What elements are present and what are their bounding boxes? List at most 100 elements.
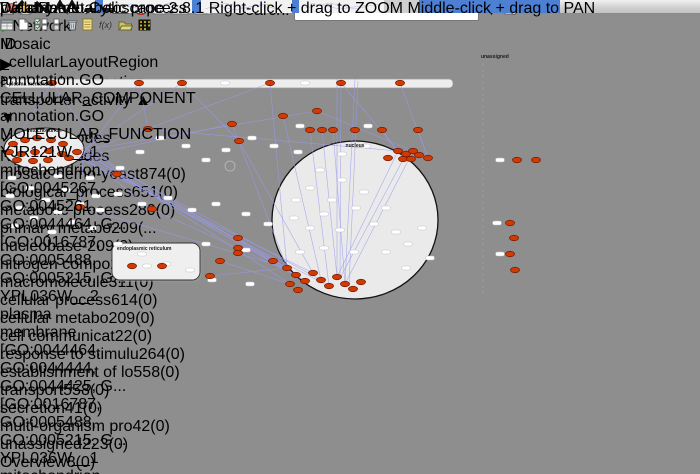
region-label-nucleus: nucleus: [346, 143, 365, 149]
attribute-table: ID_cellularLayoutRegionannotation.GO CEL…: [0, 36, 188, 474]
formula-icon[interactable]: f(x): [98, 18, 114, 35]
node-label: [338, 152, 347, 156]
node-label: [248, 136, 257, 140]
node-label: [301, 81, 310, 85]
network-node[interactable]: [511, 267, 520, 272]
node-label: [246, 282, 255, 286]
node-label: [320, 246, 329, 250]
network-node[interactable]: [357, 279, 366, 284]
column-header-annotation.GO CELLULAR_COMPONENT[interactable]: annotation.GO CELLULAR_COMPONENT: [0, 72, 188, 108]
node-label: [242, 248, 251, 252]
network-node[interactable]: [349, 286, 358, 291]
node-label: [202, 242, 211, 246]
node-label: [496, 252, 505, 256]
network-node[interactable]: [318, 127, 327, 132]
network-node[interactable]: [325, 283, 334, 288]
network-node[interactable]: [414, 127, 423, 132]
table-row[interactable]: YPL036W__1mitochondrion[GO:0044464, GO:0…: [0, 450, 188, 474]
network-node[interactable]: [415, 152, 424, 157]
table-cell: [GO:0016787, GO:0005488, GO:0005215, G..…: [0, 396, 150, 450]
node-label: [270, 144, 279, 148]
network-node[interactable]: [292, 272, 301, 277]
network-node[interactable]: [396, 80, 405, 85]
heatmap-icon[interactable]: [138, 18, 151, 35]
column-header-annotation.GO MOLECULAR_FUNCTION[interactable]: annotation.GO MOLECULAR_FUNCTION: [0, 108, 150, 144]
node-label: [392, 230, 401, 234]
table-row[interactable]: YPL036W__2plasma membrane[GO:0044464, GO…: [0, 288, 188, 450]
network-node[interactable]: [513, 157, 522, 162]
status-hint-pan: Middle-click + drag to PAN: [407, 0, 595, 17]
node-label: [336, 228, 345, 232]
node-label: [496, 158, 505, 162]
import-attributes-icon[interactable]: [118, 18, 133, 35]
network-node[interactable]: [266, 80, 275, 85]
network-node[interactable]: [329, 127, 338, 132]
network-node[interactable]: [216, 258, 225, 263]
node-label: [338, 178, 347, 182]
column-header-ID[interactable]: ID: [0, 36, 83, 54]
table-cell: plasma membrane: [0, 306, 103, 342]
network-node[interactable]: [407, 156, 416, 161]
table-row[interactable]: YJR121W__1mitochondrion[GO:0045267, GO:0…: [0, 144, 188, 288]
network-node[interactable]: [378, 127, 387, 132]
table-cell: mitochondrion: [0, 468, 103, 474]
network-node[interactable]: [510, 235, 519, 240]
notes-icon[interactable]: [82, 18, 93, 35]
new-attribute-icon[interactable]: [18, 18, 29, 35]
node-label: [328, 198, 337, 202]
network-node[interactable]: [234, 250, 243, 255]
self-loop-edge[interactable]: [225, 161, 235, 171]
network-node[interactable]: [309, 270, 318, 275]
network-node[interactable]: [313, 108, 322, 113]
network-node[interactable]: [394, 148, 403, 153]
network-node[interactable]: [532, 157, 541, 162]
network-node[interactable]: [351, 127, 360, 132]
node-label: [221, 81, 230, 85]
network-node[interactable]: [279, 113, 288, 118]
attribute-table-icon[interactable]: [0, 18, 14, 35]
node-label: [222, 148, 231, 152]
node-label: [370, 222, 379, 226]
table-cell: YJR121W__1: [0, 144, 83, 162]
select-attributes-icon[interactable]: [34, 18, 48, 35]
node-label: [493, 221, 502, 225]
network-node[interactable]: [235, 138, 244, 143]
network-node[interactable]: [317, 277, 326, 282]
unselect-attributes-icon[interactable]: [52, 18, 62, 35]
network-node[interactable]: [506, 220, 515, 225]
node-label: [418, 226, 427, 230]
network-node[interactable]: [283, 265, 292, 270]
table-cell: [GO:0044464, GO:0044444, GO:0044425, G..…: [0, 342, 188, 396]
node-label: [350, 250, 359, 254]
node-label: [212, 202, 221, 206]
network-node[interactable]: [341, 281, 350, 286]
network-node[interactable]: [384, 155, 393, 160]
network-node[interactable]: [306, 127, 315, 132]
column-header-_cellularLayoutRegion[interactable]: _cellularLayoutRegion: [0, 54, 103, 72]
network-node[interactable]: [333, 274, 342, 279]
network-node[interactable]: [506, 251, 515, 256]
network-node[interactable]: [286, 281, 295, 286]
node-label: [360, 190, 369, 194]
network-node[interactable]: [337, 80, 346, 85]
network-node[interactable]: [301, 278, 310, 283]
network-node[interactable]: [294, 287, 303, 292]
node-label: [364, 124, 373, 128]
table-cell: YPL036W__2: [0, 288, 83, 306]
table-cell: [GO:0045267, GO:0045261, GO:0044464, G..…: [0, 180, 188, 234]
node-label: [316, 168, 325, 172]
node-label: [264, 222, 273, 226]
network-node[interactable]: [234, 235, 243, 240]
node-label: [292, 198, 301, 202]
node-label: [296, 124, 305, 128]
node-label: [382, 206, 391, 210]
network-node[interactable]: [228, 121, 237, 126]
delete-attribute-icon[interactable]: [67, 18, 78, 35]
network-node[interactable]: [206, 273, 215, 278]
node-label: [426, 256, 435, 260]
node-label: [202, 158, 211, 162]
network-node[interactable]: [424, 155, 433, 160]
network-node[interactable]: [234, 245, 243, 250]
node-label: [306, 226, 315, 230]
network-node[interactable]: [269, 258, 278, 263]
